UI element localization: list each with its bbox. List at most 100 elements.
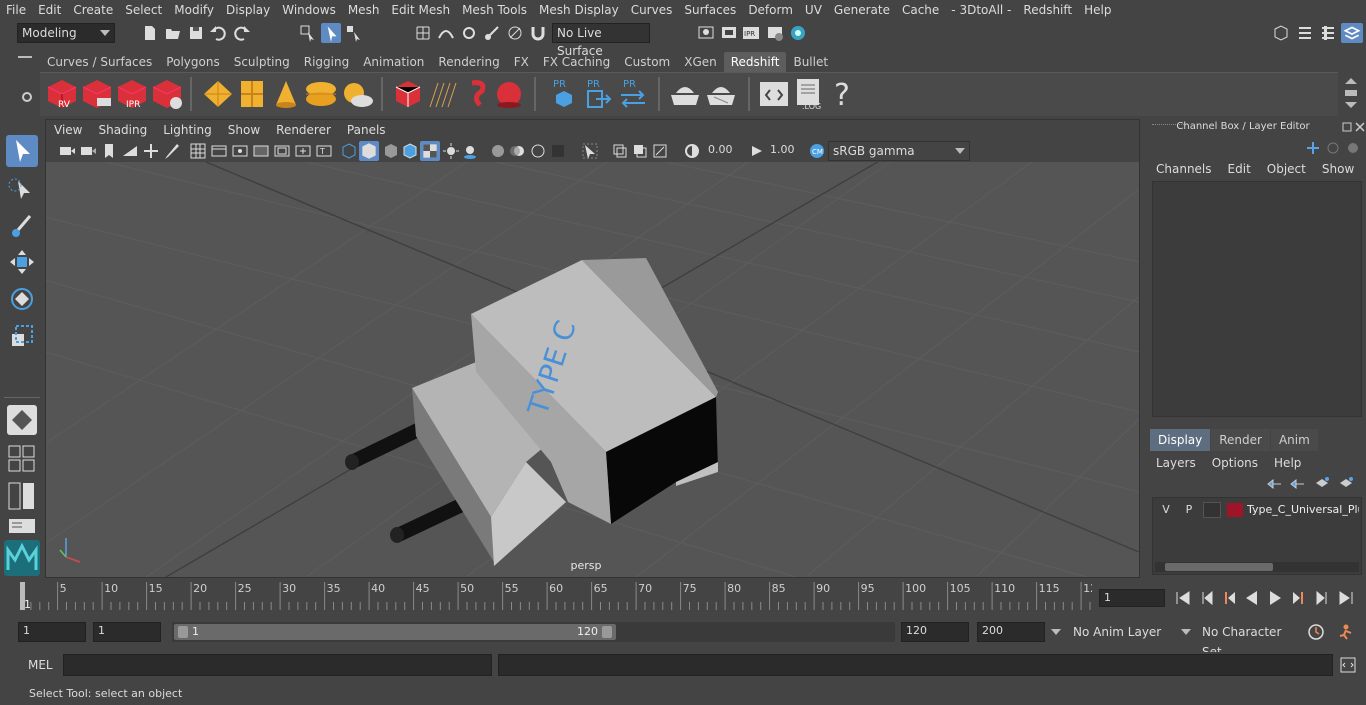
shelf-tab[interactable]: Custom xyxy=(617,52,677,72)
depth-of-field-icon[interactable] xyxy=(549,142,567,160)
menu-item[interactable]: Redshift xyxy=(1017,0,1078,20)
go-to-start-icon[interactable] xyxy=(1174,589,1192,607)
channel-box-menu-item[interactable]: Channels xyxy=(1148,159,1220,179)
render-settings-icon[interactable] xyxy=(766,24,784,42)
channel-box-toggle-icon[interactable] xyxy=(1341,23,1363,43)
undo-icon[interactable] xyxy=(209,24,227,42)
float-panel-icon[interactable] xyxy=(1342,122,1352,132)
layout-outliner-icon[interactable] xyxy=(8,518,36,534)
layer-editor-tab[interactable]: Render xyxy=(1211,429,1270,451)
select-tool-button[interactable] xyxy=(6,135,38,167)
menu-item[interactable]: Generate xyxy=(828,0,896,20)
redshift-bake-icon[interactable] xyxy=(668,79,702,109)
textured-icon[interactable] xyxy=(420,141,440,161)
anim-layer-dropdown[interactable]: No Anim Layer xyxy=(1067,622,1187,642)
select-camera-icon[interactable] xyxy=(58,142,76,160)
new-scene-icon[interactable] xyxy=(141,24,159,42)
redo-icon[interactable] xyxy=(233,24,251,42)
smooth-shade-icon[interactable] xyxy=(359,141,379,161)
redshift-pr-export-icon[interactable]: PR xyxy=(584,77,612,111)
film-gate-icon[interactable] xyxy=(210,142,228,160)
redshift-pr-object-icon[interactable]: PR xyxy=(550,77,578,111)
screen-space-ao-icon[interactable] xyxy=(489,142,507,160)
script-language-label[interactable]: MEL xyxy=(28,652,53,678)
mode-selector[interactable]: Modeling xyxy=(17,23,115,43)
ipr-render-icon[interactable]: IPR xyxy=(742,24,760,42)
3d-viewport[interactable]: TYPE C persp xyxy=(46,162,1139,577)
menu-item[interactable]: Curves xyxy=(625,0,679,20)
image-plane-icon[interactable] xyxy=(121,142,139,160)
menu-item[interactable]: Edit Mesh xyxy=(385,0,456,20)
viewport-menu-item[interactable]: Shading xyxy=(90,120,155,140)
range-start-handle[interactable] xyxy=(178,626,188,638)
redshift-render-view-icon[interactable]: RV xyxy=(44,76,80,112)
menu-item[interactable]: Mesh Display xyxy=(533,0,625,20)
command-input[interactable] xyxy=(63,654,492,676)
redshift-script-editor-icon[interactable] xyxy=(758,79,790,109)
open-scene-icon[interactable] xyxy=(164,24,182,42)
safe-title-icon[interactable]: T xyxy=(315,142,333,160)
scale-tool-button[interactable] xyxy=(6,320,38,352)
save-scene-icon[interactable] xyxy=(187,24,205,42)
redshift-area-light-icon[interactable] xyxy=(202,79,234,109)
isolate-select-icon[interactable] xyxy=(581,142,599,160)
layer-display-type-toggle[interactable] xyxy=(1203,502,1221,518)
new-layer-selected-icon[interactable] xyxy=(1338,476,1354,490)
redshift-log-icon[interactable]: .LOG xyxy=(794,77,824,111)
snap-view-plane-icon[interactable] xyxy=(483,24,501,42)
redshift-ipr-icon[interactable]: IPR xyxy=(114,76,150,112)
layer-editor-menu-item[interactable]: Help xyxy=(1266,453,1309,473)
menu-item[interactable]: Cache xyxy=(896,0,945,20)
menu-item[interactable]: Help xyxy=(1078,0,1117,20)
redshift-proxy-icon[interactable] xyxy=(394,79,422,109)
menu-item[interactable]: Deform xyxy=(742,0,799,20)
layer-editor-menu-item[interactable]: Layers xyxy=(1148,453,1204,473)
layers-scrollbar-thumb[interactable] xyxy=(1165,563,1273,571)
layer-color-swatch[interactable] xyxy=(1227,503,1243,517)
render-frame-icon[interactable] xyxy=(720,24,738,42)
menu-item[interactable]: Windows xyxy=(276,0,342,20)
layer-name[interactable]: Type_C_Universal_Plug xyxy=(1247,502,1359,518)
close-icon[interactable] xyxy=(1355,122,1365,132)
new-empty-layer-icon[interactable] xyxy=(1314,476,1330,490)
layer-row[interactable]: V P Type_C_Universal_Plug xyxy=(1157,502,1359,518)
channel-box-menu-item[interactable]: Edit xyxy=(1220,159,1259,179)
bookmark-icon[interactable] xyxy=(100,142,118,160)
menu-item[interactable]: Display xyxy=(220,0,276,20)
grease-pencil-icon[interactable] xyxy=(163,142,181,160)
modeling-toolkit-icon[interactable] xyxy=(1272,24,1290,42)
motion-blur-icon[interactable] xyxy=(509,142,527,160)
live-surface-field[interactable]: No Live Surface xyxy=(552,23,650,58)
snap-live-icon[interactable] xyxy=(506,24,524,42)
menu-item[interactable]: Mesh xyxy=(342,0,386,20)
safe-action-icon[interactable] xyxy=(294,142,312,160)
range-end-handle[interactable] xyxy=(602,626,612,638)
resolution-gate-icon[interactable] xyxy=(231,142,249,160)
anti-aliasing-icon[interactable] xyxy=(529,142,547,160)
range-slider-track[interactable]: 1 120 xyxy=(172,622,895,642)
snap-curve-icon[interactable] xyxy=(437,24,455,42)
step-back-key-icon[interactable] xyxy=(1198,589,1216,607)
chevron-down-icon[interactable] xyxy=(1051,629,1061,635)
go-to-end-icon[interactable] xyxy=(1337,589,1355,607)
gamma-field[interactable]: 1.00 xyxy=(766,142,808,160)
playback-start-field[interactable]: 1 xyxy=(93,622,161,642)
shelf-tab[interactable]: Bullet xyxy=(786,52,835,72)
wireframe-on-shaded-icon[interactable] xyxy=(401,142,419,160)
use-all-lights-icon[interactable] xyxy=(442,142,460,160)
maya-home-button[interactable] xyxy=(4,540,40,576)
hyper-icon[interactable] xyxy=(1346,141,1360,155)
shelf-gear-icon[interactable] xyxy=(20,90,34,104)
shelf-scroll-icon[interactable] xyxy=(1342,76,1360,110)
layout-four-view-icon[interactable] xyxy=(8,445,36,473)
redshift-sphere-icon[interactable] xyxy=(494,79,524,109)
layers-scrollbar[interactable] xyxy=(1155,562,1359,572)
redshift-pr-exchange-icon[interactable]: PR xyxy=(618,77,648,111)
camera-attributes-icon[interactable] xyxy=(79,142,97,160)
shelf-tab[interactable]: Polygons xyxy=(159,52,226,72)
color-management-icon[interactable]: CM xyxy=(808,142,826,160)
playback-end-field[interactable]: 120 xyxy=(901,622,969,642)
script-editor-icon[interactable] xyxy=(1339,656,1357,674)
menu-item[interactable]: Mesh Tools xyxy=(456,0,533,20)
speed-icon[interactable] xyxy=(1326,141,1340,155)
